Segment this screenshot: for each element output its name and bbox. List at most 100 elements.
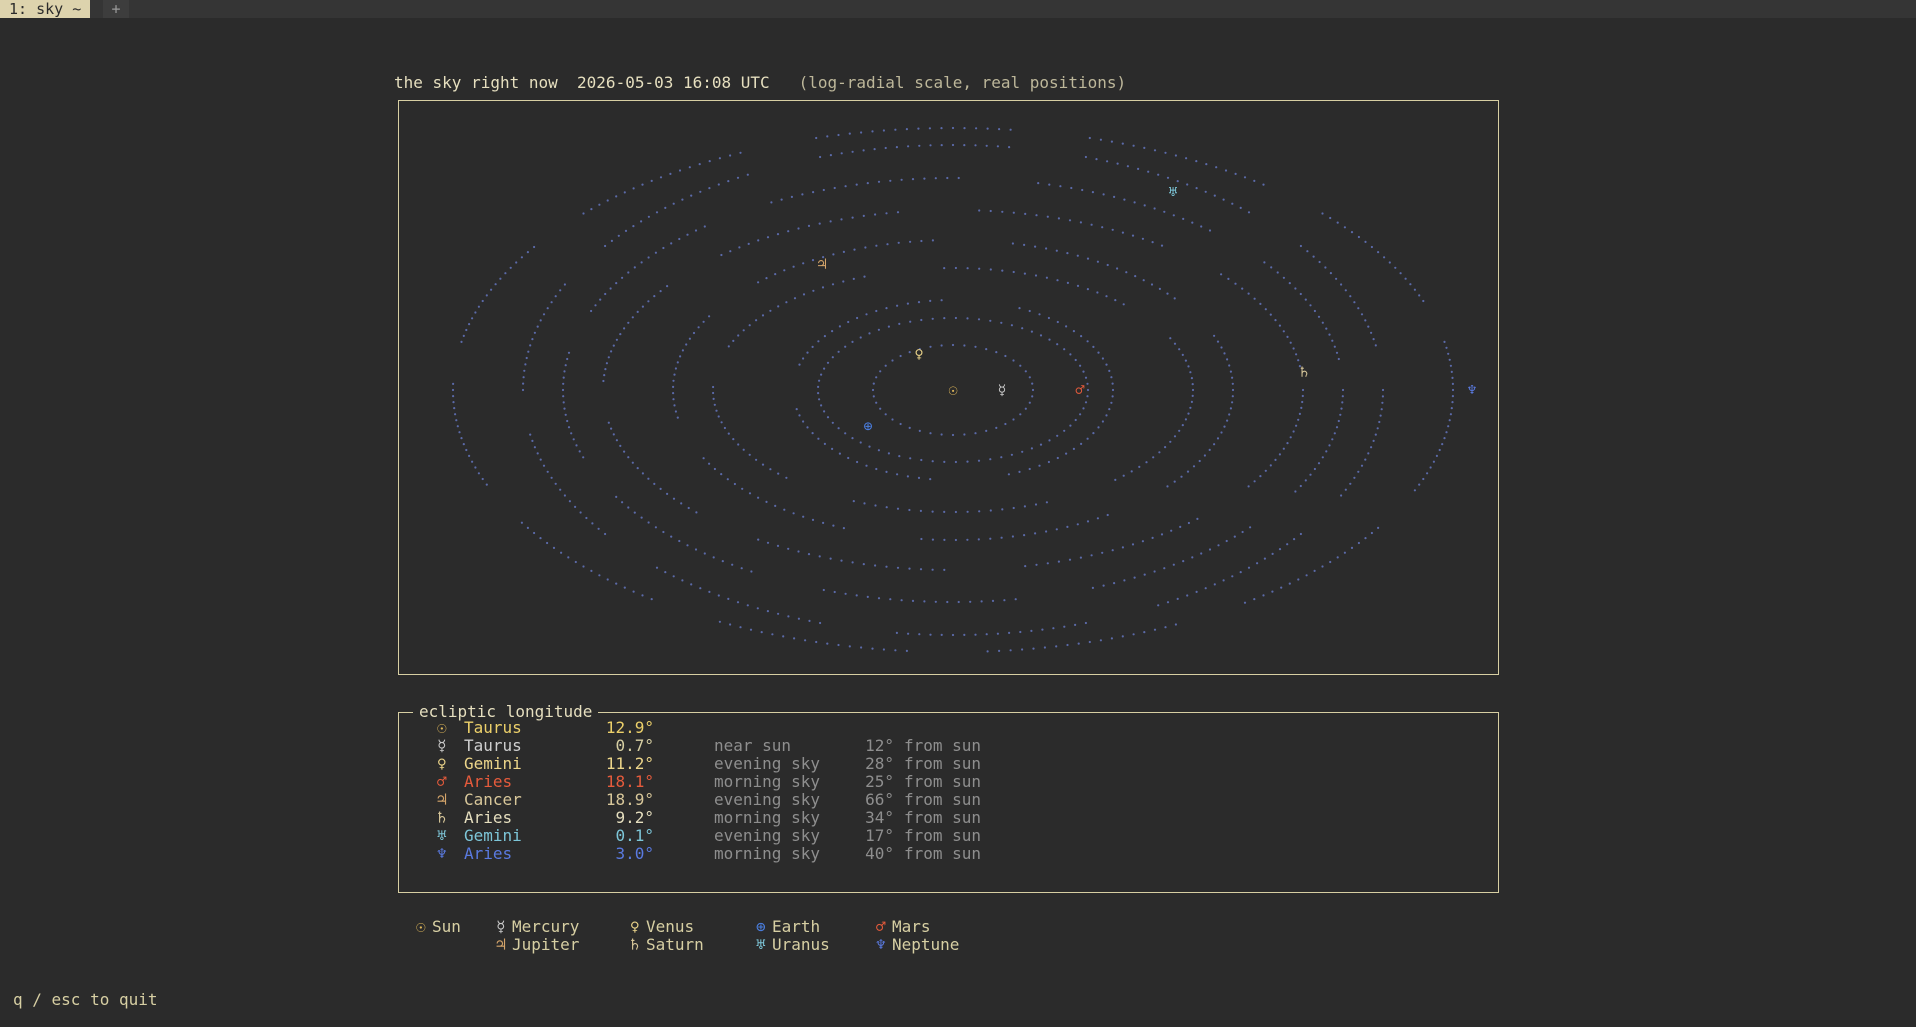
- new-tab-button[interactable]: +: [103, 0, 129, 18]
- sun-distance: 25°: [865, 772, 894, 791]
- sun-distance: 12°: [865, 736, 894, 755]
- visibility-text: evening sky: [714, 754, 820, 773]
- uranus-icon: ♅: [1168, 183, 1177, 201]
- planet-symbol-icon: ♅: [437, 826, 447, 845]
- ecliptic-row: ♄ Aries 9.2° morning sky 34° from sun: [399, 809, 1498, 827]
- longitude-degrees: 0.7°: [615, 736, 654, 755]
- planet-symbol-icon: ♄: [437, 808, 447, 827]
- tab-sky[interactable]: 1: sky ~: [0, 0, 91, 18]
- planet-symbol-icon: ♃: [437, 790, 447, 809]
- jupiter-icon: ♃: [817, 255, 826, 273]
- page-title: the sky right now: [394, 73, 558, 92]
- quit-hint: q / esc to quit: [13, 990, 158, 1009]
- legend-item-earth: ⊕ Earth: [756, 918, 820, 936]
- from-sun-label: from sun: [904, 754, 982, 773]
- from-sun-label: from sun: [904, 736, 982, 755]
- legend-label: Neptune: [892, 935, 960, 954]
- visibility-text: evening sky: [714, 826, 820, 845]
- tab-bar: 1: sky ~ +: [0, 0, 1916, 18]
- legend-item-mercury: ☿ Mercury: [496, 918, 579, 936]
- uranus-icon: ♅: [756, 935, 766, 954]
- ecliptic-row: ♅ Gemini 0.1° evening sky 17° from sun: [399, 827, 1498, 845]
- legend-label: Mars: [892, 917, 931, 936]
- planet-symbol-icon: ♀: [437, 754, 447, 773]
- ecliptic-row: ♂ Aries 18.1° morning sky 25° from sun: [399, 773, 1498, 791]
- sun-distance: 40°: [865, 844, 894, 863]
- legend-item-sun: ☉ Sun: [416, 918, 461, 936]
- from-sun-label: from sun: [904, 790, 982, 809]
- visibility-text: morning sky: [714, 808, 820, 827]
- jupiter-icon: ♃: [496, 935, 506, 954]
- legend-item-mars: ♂ Mars: [876, 918, 931, 936]
- earth-icon: ⊕: [863, 417, 872, 435]
- neptune-icon: ♆: [1467, 381, 1476, 399]
- orrery-canvas: ☉ ☿ ♀ ⊕ ♂ ♃ ♄ ♅ ♆: [451, 126, 1477, 653]
- legend-label: Jupiter: [512, 935, 580, 954]
- neptune-icon: ♆: [876, 935, 886, 954]
- ecliptic-row: ☉ Taurus 12.9°: [399, 719, 1498, 737]
- ecliptic-row: ♆ Aries 3.0° morning sky 40° from sun: [399, 845, 1498, 863]
- sky-header: the sky right now 2026-05-03 16:08 UTC (…: [394, 73, 1126, 92]
- longitude-degrees: 3.0°: [615, 844, 654, 863]
- zodiac-sign: Gemini: [464, 754, 522, 773]
- visibility-text: morning sky: [714, 772, 820, 791]
- orrery-view: ☉ ☿ ♀ ⊕ ♂ ♃ ♄ ♅ ♆: [398, 100, 1499, 675]
- planet-symbol-icon: ☉: [437, 718, 447, 737]
- mercury-icon: ☿: [997, 381, 1006, 399]
- legend-label: Mercury: [512, 917, 580, 936]
- longitude-degrees: 18.1°: [605, 772, 654, 791]
- zodiac-sign: Taurus: [464, 718, 522, 737]
- legend-label: Earth: [772, 917, 821, 936]
- zodiac-sign: Aries: [464, 772, 513, 791]
- mars-icon: ♂: [1075, 381, 1084, 399]
- from-sun-label: from sun: [904, 772, 982, 791]
- ecliptic-row: ♀ Gemini 11.2° evening sky 28° from sun: [399, 755, 1498, 773]
- legend-item-uranus: ♅ Uranus: [756, 936, 830, 954]
- sun-icon: ☉: [416, 917, 426, 936]
- visibility-text: evening sky: [714, 790, 820, 809]
- legend-item-neptune: ♆ Neptune: [876, 936, 959, 954]
- scale-note: (log-radial scale, real positions): [798, 73, 1127, 92]
- zodiac-sign: Gemini: [464, 826, 522, 845]
- sun-distance: 34°: [865, 808, 894, 827]
- legend-label: Sun: [432, 917, 461, 936]
- legend-label: Venus: [646, 917, 695, 936]
- saturn-icon: ♄: [630, 935, 640, 954]
- longitude-degrees: 9.2°: [615, 808, 654, 827]
- planet-symbol-icon: ♂: [437, 772, 447, 791]
- legend-item-saturn: ♄ Saturn: [630, 936, 704, 954]
- sun-distance: 28°: [865, 754, 894, 773]
- zodiac-sign: Aries: [464, 844, 513, 863]
- legend-label: Saturn: [646, 935, 704, 954]
- venus-icon: ♀: [630, 917, 640, 936]
- longitude-degrees: 0.1°: [615, 826, 654, 845]
- ecliptic-row: ☿ Taurus 0.7° near sun 12° from sun: [399, 737, 1498, 755]
- from-sun-label: from sun: [904, 826, 982, 845]
- longitude-degrees: 11.2°: [605, 754, 654, 773]
- planet-symbol-icon: ♆: [437, 844, 447, 863]
- longitude-degrees: 18.9°: [605, 790, 654, 809]
- planet-symbol-icon: ☿: [437, 736, 447, 755]
- sun-icon: ☉: [948, 381, 957, 399]
- mercury-icon: ☿: [496, 917, 506, 936]
- zodiac-sign: Taurus: [464, 736, 522, 755]
- saturn-icon: ♄: [1299, 363, 1308, 381]
- mars-icon: ♂: [876, 917, 886, 936]
- earth-icon: ⊕: [756, 917, 766, 936]
- venus-icon: ♀: [914, 345, 923, 363]
- legend-item-venus: ♀ Venus: [630, 918, 694, 936]
- legend-item-jupiter: ♃ Jupiter: [496, 936, 579, 954]
- visibility-text: morning sky: [714, 844, 820, 863]
- ecliptic-row: ♃ Cancer 18.9° evening sky 66° from sun: [399, 791, 1498, 809]
- from-sun-label: from sun: [904, 844, 982, 863]
- sun-distance: 17°: [865, 826, 894, 845]
- sun-distance: 66°: [865, 790, 894, 809]
- longitude-degrees: 12.9°: [605, 718, 654, 737]
- visibility-text: near sun: [714, 736, 792, 755]
- from-sun-label: from sun: [904, 808, 982, 827]
- legend-label: Uranus: [772, 935, 830, 954]
- zodiac-sign: Cancer: [464, 790, 522, 809]
- timestamp: 2026-05-03 16:08 UTC: [577, 73, 770, 92]
- ecliptic-panel: ecliptic longitude ☉ Taurus 12.9° ☿ Taurus 0.…: [398, 702, 1499, 893]
- zodiac-sign: Aries: [464, 808, 513, 827]
